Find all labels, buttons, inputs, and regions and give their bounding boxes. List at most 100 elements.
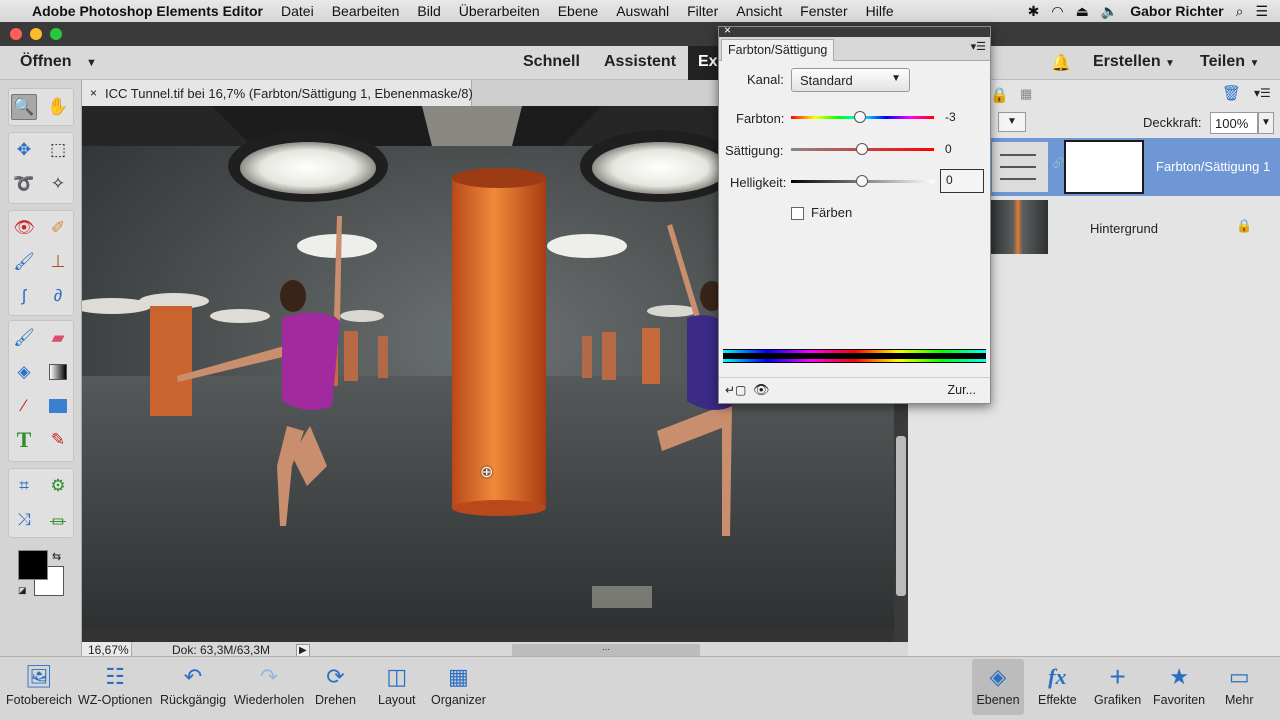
lasso-tool-icon[interactable]: ➰ xyxy=(11,171,37,197)
eyedropper-tool-icon[interactable]: ⁄ xyxy=(11,393,37,419)
menu-fenster[interactable]: Fenster xyxy=(791,3,856,19)
red-eye-tool-icon[interactable]: 👁 xyxy=(11,215,37,241)
lock-transparency-icon[interactable]: ▦ xyxy=(1020,86,1032,102)
menu-hilfe[interactable]: Hilfe xyxy=(857,3,903,19)
search-icon[interactable]: ⌕ xyxy=(1236,3,1244,20)
marquee-tool-icon[interactable]: ⬚ xyxy=(45,137,71,163)
volume-icon[interactable]: 🔈 xyxy=(1101,3,1118,20)
panel-menu-icon[interactable]: ▾☰ xyxy=(971,40,986,53)
clip-to-layer-icon[interactable]: ↵▢ xyxy=(725,383,746,397)
lightness-slider-knob[interactable] xyxy=(856,175,868,187)
menu-ebene[interactable]: Ebene xyxy=(549,3,607,19)
default-colors-icon[interactable]: ◪ xyxy=(18,585,27,596)
hue-slider-knob[interactable] xyxy=(854,111,866,123)
brush-tool-icon[interactable]: 🖌 xyxy=(11,325,37,351)
status-menu-arrow-icon[interactable]: ▶ xyxy=(296,643,310,657)
blend-mode-select[interactable]: ▼ xyxy=(998,112,1026,132)
visibility-eye-icon[interactable]: 👁 xyxy=(753,382,770,398)
recompose-tool-icon[interactable]: ⚙ xyxy=(45,473,71,499)
bluetooth-icon[interactable]: ✱ xyxy=(1028,3,1040,20)
opacity-input[interactable]: 100% xyxy=(1210,112,1258,134)
horizontal-scrollbar[interactable]: ⋯ xyxy=(512,644,700,656)
organizer-button[interactable]: ▦ Organizer xyxy=(431,661,486,707)
hue-value[interactable]: -3 xyxy=(945,110,956,124)
menu-datei[interactable]: Datei xyxy=(272,3,323,19)
menu-auswahl[interactable]: Auswahl xyxy=(607,3,678,19)
layer-link-icon[interactable]: 🔗 xyxy=(1052,158,1064,169)
tab-schnell[interactable]: Schnell xyxy=(523,53,580,71)
zoom-tool-icon[interactable]: 🔍 xyxy=(11,94,37,120)
shape-tool-icon[interactable] xyxy=(45,393,71,419)
channel-select[interactable]: Standard ▼ xyxy=(791,68,910,92)
vertical-scroll-thumb[interactable] xyxy=(896,436,906,596)
favorites-button[interactable]: ★ Favoriten xyxy=(1153,661,1205,707)
user-name[interactable]: Gabor Richter xyxy=(1130,3,1223,19)
swap-colors-icon[interactable]: ⇆ xyxy=(52,550,61,563)
layers-panel-button[interactable]: ◈ Ebenen xyxy=(972,659,1024,715)
reset-button[interactable]: Zur... xyxy=(948,383,976,397)
lightness-slider[interactable] xyxy=(791,175,934,187)
redo-button[interactable]: ↷ Wiederholen xyxy=(234,661,304,707)
app-name[interactable]: Adobe Photoshop Elements Editor xyxy=(23,3,272,19)
close-tab-icon[interactable]: × xyxy=(90,86,97,100)
document-tab[interactable]: × ICC Tunnel.tif bei 16,7% (Farbton/Sätt… xyxy=(82,80,482,106)
menu-ansicht[interactable]: Ansicht xyxy=(727,3,791,19)
layer-mask-thumbnail[interactable] xyxy=(1064,140,1144,194)
move-tool-icon[interactable]: ✥ xyxy=(11,137,37,163)
bell-icon[interactable]: 🔔 xyxy=(1051,53,1071,73)
share-button[interactable]: Teilen ▼ xyxy=(1200,53,1259,71)
notification-center-icon[interactable]: ☰ xyxy=(1255,3,1268,20)
pencil-tool-icon[interactable]: ✎ xyxy=(45,427,71,453)
graphics-button[interactable]: + Grafiken xyxy=(1094,661,1141,707)
menu-ueberarbeiten[interactable]: Überarbeiten xyxy=(450,3,549,19)
tab-hue-saturation[interactable]: Farbton/Sättigung xyxy=(721,39,835,61)
spot-healing-tool-icon[interactable]: ✐ xyxy=(45,215,71,241)
panel-menu-icon[interactable]: ▾☰ xyxy=(1254,86,1271,100)
tab-assistent[interactable]: Assistent xyxy=(604,53,676,71)
rotate-button[interactable]: ⟳ Drehen xyxy=(315,661,356,707)
eraser-tool-icon[interactable]: ▰ xyxy=(45,325,71,351)
open-button[interactable]: Öffnen ▼ xyxy=(20,53,97,71)
menu-filter[interactable]: Filter xyxy=(678,3,727,19)
close-window-button[interactable] xyxy=(10,28,22,40)
type-tool-icon[interactable]: T xyxy=(11,427,37,453)
tool-options-button[interactable]: ☷ WZ-Optionen xyxy=(78,661,152,707)
hue-slider[interactable] xyxy=(791,111,934,123)
saturation-slider-knob[interactable] xyxy=(856,143,868,155)
smart-brush-tool-icon[interactable]: 🖌 xyxy=(11,249,37,275)
layout-button[interactable]: ◫ Layout xyxy=(378,661,416,707)
content-aware-move-tool-icon[interactable]: ⤨ xyxy=(11,507,37,533)
quick-selection-tool-icon[interactable]: ✧ xyxy=(45,171,71,197)
more-button[interactable]: ▭ Mehr xyxy=(1225,661,1253,707)
undo-button[interactable]: ↶ Rückgängig xyxy=(160,661,226,707)
sponge-tool-icon[interactable]: ∂ xyxy=(45,283,71,309)
tab-experte[interactable]: Ex xyxy=(688,46,718,80)
minimize-window-button[interactable] xyxy=(30,28,42,40)
trash-icon[interactable]: 🗑 xyxy=(1222,84,1241,102)
effects-button[interactable]: fx Effekte xyxy=(1038,661,1077,707)
blur-tool-icon[interactable]: ʃ xyxy=(11,283,37,309)
saturation-value[interactable]: 0 xyxy=(945,142,952,156)
layer-row-background[interactable]: Hintergrund 🔒 xyxy=(990,198,1280,256)
saturation-slider[interactable] xyxy=(791,143,934,155)
panel-header[interactable]: × xyxy=(719,23,990,37)
paint-bucket-tool-icon[interactable]: ◈ xyxy=(11,359,37,385)
colorize-checkbox[interactable] xyxy=(791,207,804,220)
zoom-window-button[interactable] xyxy=(50,28,62,40)
close-panel-icon[interactable]: × xyxy=(724,23,731,37)
layer-row-adjustment[interactable]: 🔗 Farbton/Sättigung 1 xyxy=(990,138,1280,196)
hand-tool-icon[interactable]: ✋ xyxy=(45,94,71,120)
menu-bearbeiten[interactable]: Bearbeiten xyxy=(323,3,409,19)
lightness-value-input[interactable]: 0 xyxy=(940,169,984,193)
gradient-tool-icon[interactable] xyxy=(45,359,71,385)
opacity-dropdown-icon[interactable]: ▼ xyxy=(1258,112,1274,134)
lock-all-icon[interactable]: 🔒 xyxy=(990,86,1009,104)
menu-bild[interactable]: Bild xyxy=(408,3,449,19)
crop-tool-icon[interactable]: ⌗ xyxy=(11,473,37,499)
create-button[interactable]: Erstellen ▼ xyxy=(1093,53,1175,71)
photo-bin-button[interactable]: 🖼 Fotobereich xyxy=(6,661,72,707)
foreground-color-swatch[interactable] xyxy=(18,550,48,580)
wifi-icon[interactable]: ◠ xyxy=(1051,3,1063,20)
straighten-tool-icon[interactable]: ⏛ xyxy=(45,507,71,533)
clone-stamp-tool-icon[interactable]: ⊥ xyxy=(45,249,71,275)
